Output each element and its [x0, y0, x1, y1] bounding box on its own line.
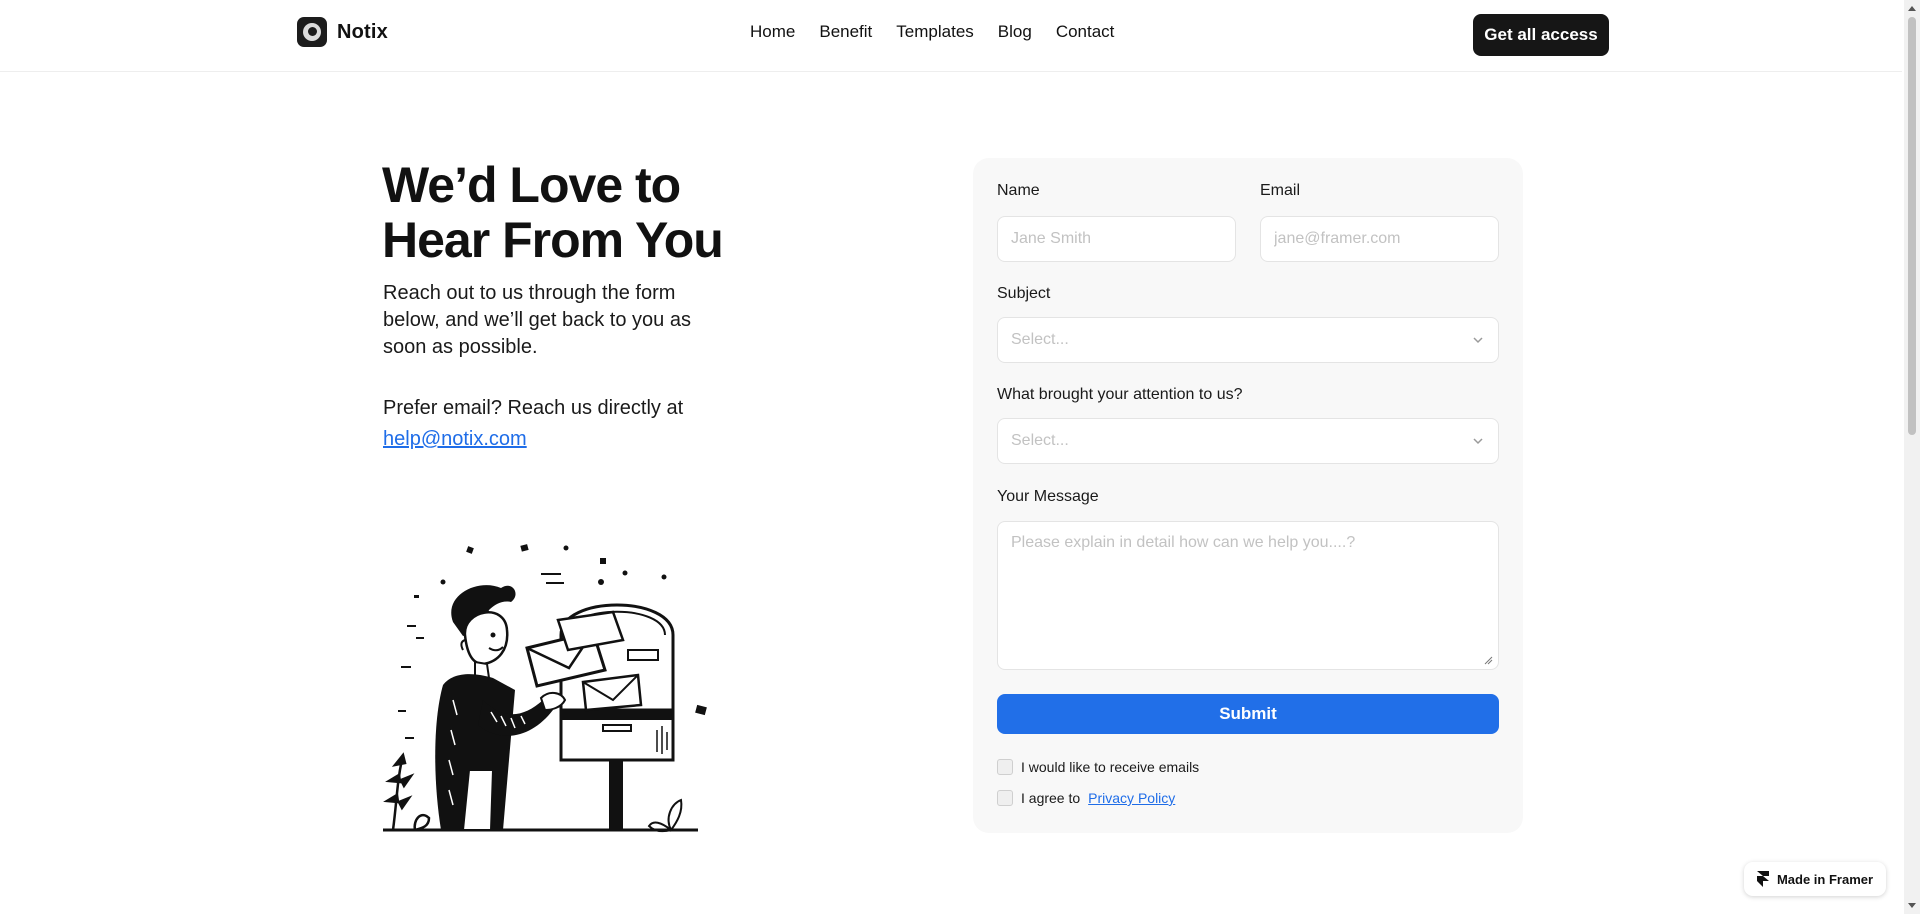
- receive-emails-option[interactable]: I would like to receive emails: [997, 759, 1199, 775]
- agree-privacy-option[interactable]: I agree to Privacy Policy: [997, 790, 1175, 806]
- page: Notix Home Benefit Templates Blog Contac…: [0, 0, 1920, 914]
- message-textarea[interactable]: [997, 521, 1499, 670]
- scroll-up-icon[interactable]: [1908, 6, 1916, 11]
- brand-name: Notix: [337, 20, 388, 43]
- scroll-down-icon[interactable]: [1908, 903, 1916, 908]
- get-all-access-button[interactable]: Get all access: [1473, 14, 1609, 56]
- agree-prefix: I agree to: [1021, 790, 1081, 806]
- nav-benefit[interactable]: Benefit: [819, 22, 872, 42]
- attention-select[interactable]: Select...: [997, 418, 1499, 464]
- made-in-framer-label: Made in Framer: [1776, 871, 1874, 887]
- privacy-policy-link[interactable]: Privacy Policy: [1088, 790, 1175, 806]
- chevron-down-icon: [1473, 438, 1483, 445]
- brand[interactable]: Notix: [297, 17, 388, 47]
- hero-subtitle: Reach out to us through the form below, …: [383, 282, 691, 358]
- nav-templates[interactable]: Templates: [896, 22, 973, 42]
- attention-label: What brought your attention to us?: [997, 386, 1243, 403]
- scrollbar-thumb[interactable]: [1908, 17, 1916, 435]
- page-title: We’d Love to Hear From You: [382, 158, 782, 268]
- brand-logo-icon: [297, 17, 327, 47]
- attention-select-value: Select...: [1011, 432, 1069, 449]
- vertical-scrollbar[interactable]: [1904, 0, 1920, 914]
- title-line-2: Hear From You: [382, 212, 724, 268]
- message-label: Your Message: [997, 488, 1099, 505]
- submit-button[interactable]: Submit: [997, 694, 1499, 734]
- resize-handle-icon[interactable]: [1484, 656, 1493, 665]
- email-prompt-text: Prefer email? Reach us directly at: [383, 397, 684, 419]
- nav-home[interactable]: Home: [750, 22, 795, 42]
- site-header: Notix Home Benefit Templates Blog Contac…: [0, 0, 1902, 72]
- contact-form: Name Email Subject Select... What brough…: [973, 158, 1523, 833]
- name-label: Name: [997, 182, 1040, 199]
- email-input[interactable]: [1260, 216, 1499, 262]
- support-email-link[interactable]: help@notix.com: [383, 424, 783, 455]
- nav-contact[interactable]: Contact: [1056, 22, 1115, 42]
- subject-label: Subject: [997, 285, 1051, 302]
- subject-select-value: Select...: [1011, 331, 1069, 348]
- framer-logo-icon: [1756, 871, 1769, 887]
- email-label: Email: [1260, 182, 1301, 199]
- made-in-framer-badge[interactable]: Made in Framer: [1744, 862, 1886, 896]
- receive-emails-label: I would like to receive emails: [1021, 759, 1200, 775]
- subject-select[interactable]: Select...: [997, 317, 1499, 363]
- title-line-1: We’d Love to: [382, 157, 681, 213]
- receive-emails-checkbox[interactable]: [997, 759, 1013, 775]
- agree-privacy-checkbox[interactable]: [997, 790, 1013, 806]
- chevron-down-icon: [1473, 337, 1483, 344]
- mailbox-illustration: [383, 544, 707, 833]
- main-nav: Home Benefit Templates Blog Contact: [750, 22, 1114, 42]
- nav-blog[interactable]: Blog: [998, 22, 1032, 42]
- email-prompt: Prefer email? Reach us directly at help@…: [383, 393, 783, 455]
- name-input[interactable]: [997, 216, 1236, 262]
